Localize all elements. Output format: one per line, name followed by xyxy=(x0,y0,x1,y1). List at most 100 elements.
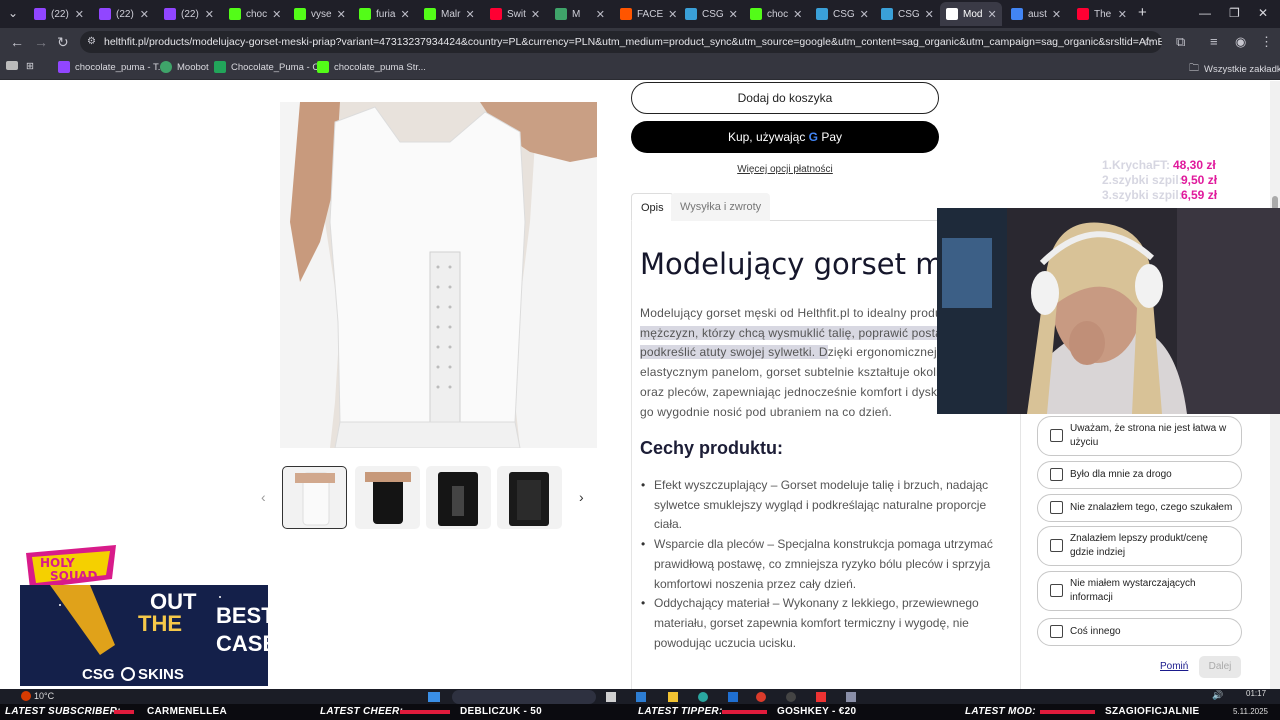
taskbar-app-icon[interactable] xyxy=(698,692,708,702)
volume-icon[interactable]: 🔊 xyxy=(1212,690,1223,701)
next-button[interactable]: Dalej xyxy=(1199,656,1241,678)
close-window-icon[interactable]: ✕ xyxy=(1258,6,1268,20)
tab-close-icon[interactable]: ✕ xyxy=(75,8,84,21)
checkbox[interactable] xyxy=(1050,584,1063,597)
survey-option-not-found[interactable]: Nie znalazłem tego, czego szukałem xyxy=(1037,494,1242,522)
checkbox[interactable] xyxy=(1050,468,1063,481)
apps-icon[interactable] xyxy=(6,61,18,70)
back-icon[interactable]: ← xyxy=(10,34,24,50)
menu-icon[interactable]: ⋮ xyxy=(1260,34,1273,50)
tab-close-icon[interactable]: ✕ xyxy=(272,8,281,21)
clock-time[interactable]: 01:17 xyxy=(1246,689,1266,698)
browser-tab[interactable]: Malr ✕ xyxy=(418,2,480,26)
bookmark-star-icon[interactable]: ☆ xyxy=(1142,34,1154,50)
tab-close-icon[interactable]: ✕ xyxy=(860,8,869,21)
thumb-next-icon[interactable]: › xyxy=(579,489,584,505)
address-bar-row: ← → ↻ ⚙ helthfit.pl/products/modelujacy-… xyxy=(0,28,1280,56)
url-input[interactable]: ⚙ helthfit.pl/products/modelujacy-gorset… xyxy=(80,31,1162,53)
checkbox[interactable] xyxy=(1050,625,1063,638)
browser-tab[interactable]: Swit ✕ xyxy=(484,2,546,26)
tab-shipping[interactable]: Wysyłka i zwroty xyxy=(671,193,771,221)
reload-icon[interactable]: ↻ xyxy=(57,34,69,51)
all-bookmarks[interactable]: 🗀 Wszystkie zakładki xyxy=(1189,61,1280,78)
thumbnail-4[interactable] xyxy=(497,466,562,529)
extensions-icon[interactable]: ⧉ xyxy=(1176,34,1185,50)
bookmark-item[interactable]: Chocolate_Puma - C... xyxy=(214,61,327,73)
tab-label: Malr xyxy=(441,8,461,20)
media-icon[interactable]: ≡ xyxy=(1210,34,1218,49)
bookmark-item[interactable]: chocolate_puma - T... xyxy=(58,61,166,73)
browser-tab[interactable]: CSG ✕ xyxy=(875,2,937,26)
weather-alert-icon xyxy=(21,691,31,701)
tab-close-icon[interactable]: ✕ xyxy=(793,8,802,21)
browser-tab[interactable]: CSG ✕ xyxy=(810,2,872,26)
bookmark-item[interactable]: Moobot xyxy=(160,61,209,73)
bookmark-item[interactable]: chocolate_puma Str... xyxy=(317,61,426,73)
browser-tab[interactable]: The ✕ xyxy=(1071,2,1133,26)
browser-tab[interactable]: Mod ✕ xyxy=(940,2,1002,26)
tab-opis[interactable]: Opis xyxy=(631,193,674,221)
browser-tab[interactable]: choc ✕ xyxy=(223,2,285,26)
survey-option-not-enough-info[interactable]: Nie miałem wystarczających informacji xyxy=(1037,571,1242,611)
browser-tab[interactable]: choc ✕ xyxy=(744,2,806,26)
tab-close-icon[interactable]: ✕ xyxy=(925,8,934,21)
site-info-icon[interactable]: ⚙ xyxy=(87,31,96,53)
tab-close-icon[interactable]: ✕ xyxy=(729,8,738,21)
weather-temp[interactable]: 10°C xyxy=(34,691,54,701)
browser-tab[interactable]: M ✕ xyxy=(549,2,611,26)
restore-icon[interactable]: ❐ xyxy=(1229,6,1240,20)
checkbox[interactable] xyxy=(1050,501,1063,514)
tab-close-icon[interactable]: ✕ xyxy=(1052,8,1061,21)
product-image[interactable] xyxy=(280,102,597,448)
tab-close-icon[interactable]: ✕ xyxy=(400,8,409,21)
browser-tab[interactable]: furia ✕ xyxy=(353,2,415,26)
tab-close-icon[interactable]: ✕ xyxy=(1118,8,1127,21)
taskbar-app-icon[interactable] xyxy=(816,692,826,702)
tab-close-icon[interactable]: ✕ xyxy=(987,8,996,21)
browser-tab[interactable]: aust ✕ xyxy=(1005,2,1067,26)
tab-close-icon[interactable]: ✕ xyxy=(465,8,474,21)
new-tab-button[interactable]: + xyxy=(1138,4,1147,21)
grid-icon[interactable]: ⊞ xyxy=(26,61,34,72)
skip-link[interactable]: Pomiń xyxy=(1160,661,1188,672)
thumbnail-2[interactable] xyxy=(355,466,420,529)
tab-search-icon[interactable]: ⌄ xyxy=(8,6,18,20)
add-to-cart-button[interactable]: Dodaj do koszyka xyxy=(631,82,939,114)
browser-tab[interactable]: CSG ✕ xyxy=(679,2,741,26)
taskbar-app-icon[interactable] xyxy=(846,692,856,702)
browser-tab[interactable]: (22) ✕ xyxy=(93,2,155,26)
thumb-prev-icon[interactable]: ‹ xyxy=(261,489,266,505)
tab-close-icon[interactable]: ✕ xyxy=(596,8,605,21)
browser-tab[interactable]: FACE ✕ xyxy=(614,2,676,26)
tab-close-icon[interactable]: ✕ xyxy=(668,8,676,21)
survey-option-better-elsewhere[interactable]: Znalazłem lepszy produkt/cenę gdzie indz… xyxy=(1037,526,1242,566)
browser-tab[interactable]: (22) ✕ xyxy=(158,2,220,26)
taskbar-app-icon[interactable] xyxy=(728,692,738,702)
start-icon[interactable] xyxy=(428,692,440,702)
chrome-icon[interactable] xyxy=(756,692,766,702)
profile-icon[interactable]: ◉ xyxy=(1235,34,1246,50)
obs-icon[interactable] xyxy=(786,692,796,702)
browser-tab[interactable]: (22) ✕ xyxy=(28,2,90,26)
checkbox[interactable] xyxy=(1050,429,1063,442)
task-view-icon[interactable] xyxy=(606,692,616,702)
tab-close-icon[interactable]: ✕ xyxy=(140,8,149,21)
tab-close-icon[interactable]: ✕ xyxy=(205,8,214,21)
taskbar-search[interactable] xyxy=(452,690,596,704)
tab-close-icon[interactable]: ✕ xyxy=(531,8,540,21)
survey-option-too-expensive[interactable]: Było dla mnie za drogo xyxy=(1037,461,1242,489)
survey-option-hard-to-use[interactable]: Uważam, że strona nie jest łatwa w użyci… xyxy=(1037,416,1242,456)
forward-icon[interactable]: → xyxy=(34,34,48,50)
google-pay-button[interactable]: Kup, używając G Pay xyxy=(631,121,939,153)
thumbnail-3[interactable] xyxy=(426,466,491,529)
thumbnail-1[interactable] xyxy=(282,466,347,529)
checkbox[interactable] xyxy=(1050,539,1063,552)
browser-tab[interactable]: vyse ✕ xyxy=(288,2,350,26)
tab-close-icon[interactable]: ✕ xyxy=(337,8,346,21)
feature-line: Efekt wyszczuplający – Gorset modeluje t… xyxy=(654,478,989,492)
survey-option-other[interactable]: Coś innego xyxy=(1037,618,1242,646)
explorer-icon[interactable] xyxy=(668,692,678,702)
more-payment-options-link[interactable]: Więcej opcji płatności xyxy=(700,164,870,175)
minimize-icon[interactable]: — xyxy=(1199,6,1211,20)
taskbar-app-icon[interactable] xyxy=(636,692,646,702)
